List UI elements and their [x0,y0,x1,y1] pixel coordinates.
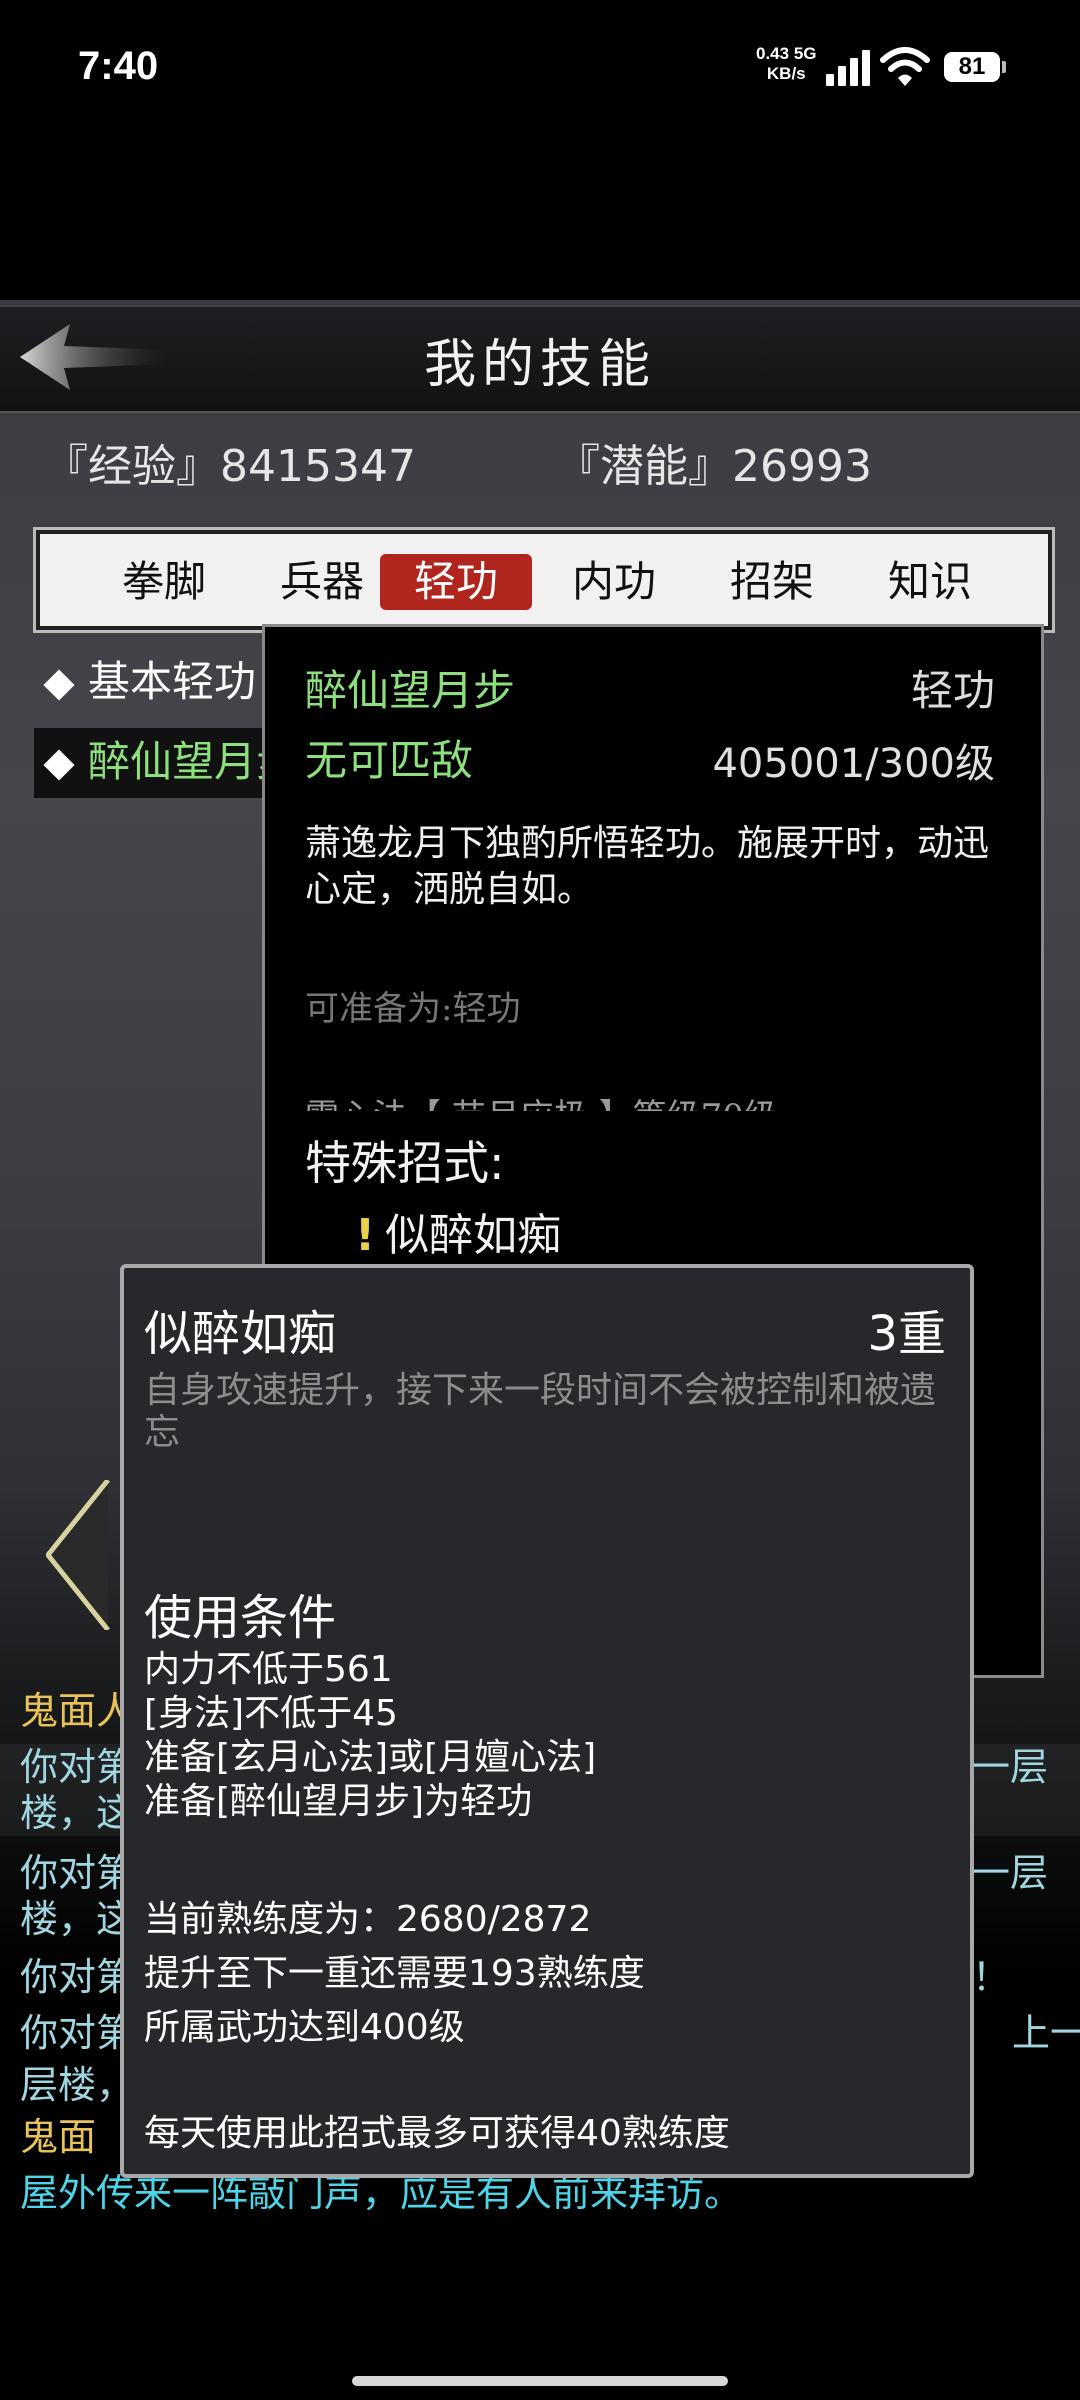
net-speed-value: 0.43 [756,44,790,63]
skill-type: 轻功 [910,666,995,715]
popup-tier: 3重 [867,1306,946,1362]
tab-internal[interactable]: 内功 [538,554,690,610]
skill-item-zuixian[interactable]: 醉仙望月步 [34,728,294,798]
special-move-label: 似醉如痴 [385,1210,562,1261]
potential-stat: 『潜能』26993 [556,441,872,492]
skill-name: 醉仙望月步 [305,666,516,715]
net-type: 5G [793,44,817,63]
special-moves-heading: 特殊招式: [305,1136,505,1190]
diamond-icon [43,669,75,701]
condition-line: 准备[醉仙望月步]为轻功 [144,1781,533,1822]
special-move-popup: 似醉如痴 3重 自身攻速提升，接下来一段时间不会被控制和被遗忘 使用条件 内力不… [120,1264,974,2178]
wifi-icon [880,47,930,86]
tab-fist[interactable]: 拳脚 [88,554,240,610]
conditions-heading: 使用条件 [144,1590,337,1646]
skill-requirement: 需心法【 苗月应极 】等级70级 [305,1089,778,1111]
skill-item-label: 基本轻功 [88,657,257,706]
tab-weapon[interactable]: 兵器 [246,554,398,610]
skill-rank: 无可匹敌 [305,736,474,785]
page-title: 我的技能 [423,335,656,395]
tab-knowledge[interactable]: 知识 [854,554,1006,610]
battery-icon: 81 [944,52,1006,82]
special-move-item[interactable]: ! 似醉如痴 [355,1199,561,1263]
skill-level: 405001/300级 [712,741,995,787]
proficiency-line: 提升至下一重还需要193熟练度 [144,1953,645,1994]
exclamation-icon: ! [355,1210,376,1261]
diamond-icon [43,749,75,781]
tab-parry[interactable]: 招架 [696,554,848,610]
prev-arrow-icon[interactable] [46,1480,110,1630]
daily-limit-note: 每天使用此招式最多可获得40熟练度 [144,2113,730,2154]
skill-category-tabs: 拳脚 兵器 轻功 内功 招架 知识 [36,530,1052,630]
tab-lightness[interactable]: 轻功 [380,554,532,610]
home-indicator[interactable] [352,2376,728,2386]
experience-stat: 『经验』8415347 [44,441,416,492]
signal-icon [826,48,870,86]
skill-description: 萧逸龙月下独酌所悟轻功。施展开时，动迅心定，洒脱自如。 [305,823,990,910]
proficiency-line: 所属武功达到400级 [144,2007,465,2048]
popup-description: 自身攻速提升，接下来一段时间不会被控制和被遗忘 [144,1370,937,1453]
net-speed-unit: KB/s [766,64,806,83]
skill-item-basic-lightness[interactable]: 基本轻功 [34,648,294,718]
popup-title: 似醉如痴 [144,1306,337,1362]
network-speed: 0.43 5G KB/s [756,44,817,84]
skill-prepare-slot: 可准备为:轻功 [305,989,521,1029]
proficiency-line: 当前熟练度为：2680/2872 [144,1899,592,1940]
status-time: 7:40 [78,44,159,88]
